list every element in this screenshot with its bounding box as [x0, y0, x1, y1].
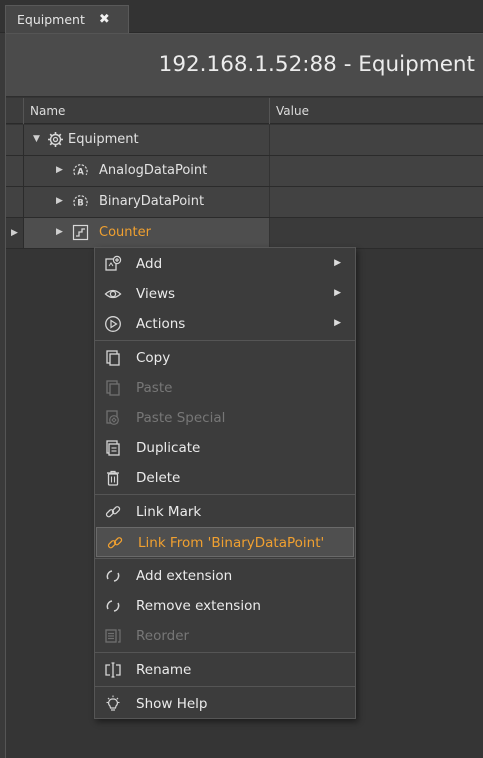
menu-item-label: Link From 'BinaryDataPoint' — [138, 535, 325, 551]
menu-item-label: Duplicate — [136, 440, 201, 456]
tab-label: Equipment — [17, 12, 85, 27]
expand-down-icon[interactable]: ▼ — [33, 134, 40, 144]
column-header-name[interactable]: Name — [30, 104, 65, 118]
menu-item-label: Paste — [136, 380, 173, 396]
menu-separator — [95, 558, 355, 559]
paste-special-icon — [104, 409, 122, 427]
eye-icon — [104, 285, 122, 303]
menu-item-duplicate[interactable]: Duplicate — [95, 433, 355, 463]
tree-table: ▼ Equipment ▶ A AnalogDataPoint ▶ B Bina… — [6, 125, 483, 249]
row-selector[interactable]: ▶ — [6, 218, 24, 248]
tab-bar: Equipment ✖ — [0, 0, 483, 33]
row-selector[interactable] — [6, 156, 24, 186]
menu-item-reorder: Reorder — [95, 621, 355, 651]
link-icon — [104, 503, 122, 521]
tree-item-label: Equipment — [68, 132, 139, 147]
binary-datapoint-icon: B — [72, 193, 89, 210]
table-header: Name Value — [6, 98, 483, 124]
menu-item-label: Link Mark — [136, 504, 202, 520]
table-row[interactable]: ▶ B BinaryDataPoint — [6, 187, 483, 218]
add-extension-icon — [104, 567, 122, 585]
menu-item-show-help[interactable]: Show Help — [95, 689, 355, 719]
table-row-selected[interactable]: ▶ ▶ Counter — [6, 218, 483, 249]
menu-item-label: Add — [136, 256, 163, 272]
panel-titlebar: 192.168.1.52:88 - Equipment — [6, 34, 483, 97]
counter-icon — [72, 224, 89, 241]
copy-icon — [104, 349, 122, 367]
menu-item-paste: Paste — [95, 373, 355, 403]
menu-separator — [95, 494, 355, 495]
menu-item-copy[interactable]: Copy — [95, 343, 355, 373]
expand-right-icon[interactable]: ▶ — [56, 165, 63, 175]
tree-item-label: BinaryDataPoint — [99, 194, 205, 209]
menu-item-label: Actions — [136, 316, 186, 332]
context-menu: Add ▶ Views ▶ Actions ▶ Copy Paste Paste… — [94, 247, 356, 719]
menu-item-label: Delete — [136, 470, 181, 486]
rename-icon — [104, 661, 122, 679]
menu-separator — [95, 652, 355, 653]
submenu-arrow-icon: ▶ — [334, 318, 341, 328]
tab-equipment[interactable]: Equipment ✖ — [5, 5, 129, 33]
row-selector-header — [6, 98, 24, 124]
menu-item-label: Rename — [136, 662, 192, 678]
reorder-icon — [104, 627, 122, 645]
column-divider[interactable] — [269, 98, 270, 124]
menu-item-views[interactable]: Views ▶ — [95, 279, 355, 309]
binary-badge: B — [77, 198, 83, 208]
lightbulb-icon — [104, 695, 122, 713]
link-from-icon — [106, 534, 124, 552]
menu-item-label: Views — [136, 286, 176, 302]
expand-right-icon[interactable]: ▶ — [56, 227, 63, 237]
menu-item-label: Paste Special — [136, 410, 226, 426]
paste-icon — [104, 379, 122, 397]
cell-divider — [269, 125, 270, 155]
table-row[interactable]: ▼ Equipment — [6, 125, 483, 156]
remove-extension-icon — [104, 597, 122, 615]
menu-item-label: Reorder — [136, 628, 190, 644]
submenu-arrow-icon: ▶ — [334, 288, 341, 298]
analog-datapoint-icon: A — [72, 162, 89, 179]
menu-item-rename[interactable]: Rename — [95, 655, 355, 685]
menu-separator — [95, 340, 355, 341]
cell-divider — [269, 218, 270, 248]
close-icon[interactable]: ✖ — [99, 12, 110, 27]
cell-divider — [269, 187, 270, 217]
menu-item-label: Copy — [136, 350, 171, 366]
menu-item-actions[interactable]: Actions ▶ — [95, 309, 355, 339]
expand-right-icon[interactable]: ▶ — [56, 196, 63, 206]
menu-item-link-mark[interactable]: Link Mark — [95, 497, 355, 527]
table-row[interactable]: ▶ A AnalogDataPoint — [6, 156, 483, 187]
menu-item-label: Show Help — [136, 696, 208, 712]
trash-icon — [104, 469, 122, 487]
menu-item-delete[interactable]: Delete — [95, 463, 355, 493]
column-header-value[interactable]: Value — [276, 104, 309, 118]
menu-item-label: Remove extension — [136, 598, 261, 614]
tree-item-label: Counter — [99, 225, 151, 240]
menu-item-link-from[interactable]: Link From 'BinaryDataPoint' — [96, 527, 354, 557]
page-title: 192.168.1.52:88 - Equipment — [158, 52, 475, 77]
menu-separator — [95, 686, 355, 687]
menu-item-label: Add extension — [136, 568, 233, 584]
submenu-arrow-icon: ▶ — [334, 258, 341, 268]
row-selector[interactable] — [6, 187, 24, 217]
gear-icon — [47, 131, 64, 148]
add-icon — [104, 255, 122, 273]
tree-item-label: AnalogDataPoint — [99, 163, 208, 178]
current-row-icon: ▶ — [11, 228, 18, 238]
row-selector[interactable] — [6, 125, 24, 155]
menu-item-paste-special: Paste Special — [95, 403, 355, 433]
menu-item-add-extension[interactable]: Add extension — [95, 561, 355, 591]
menu-item-add[interactable]: Add ▶ — [95, 249, 355, 279]
analog-badge: A — [77, 167, 84, 177]
menu-item-remove-extension[interactable]: Remove extension — [95, 591, 355, 621]
cell-divider — [269, 156, 270, 186]
duplicate-icon — [104, 439, 122, 457]
play-circle-icon — [104, 315, 122, 333]
